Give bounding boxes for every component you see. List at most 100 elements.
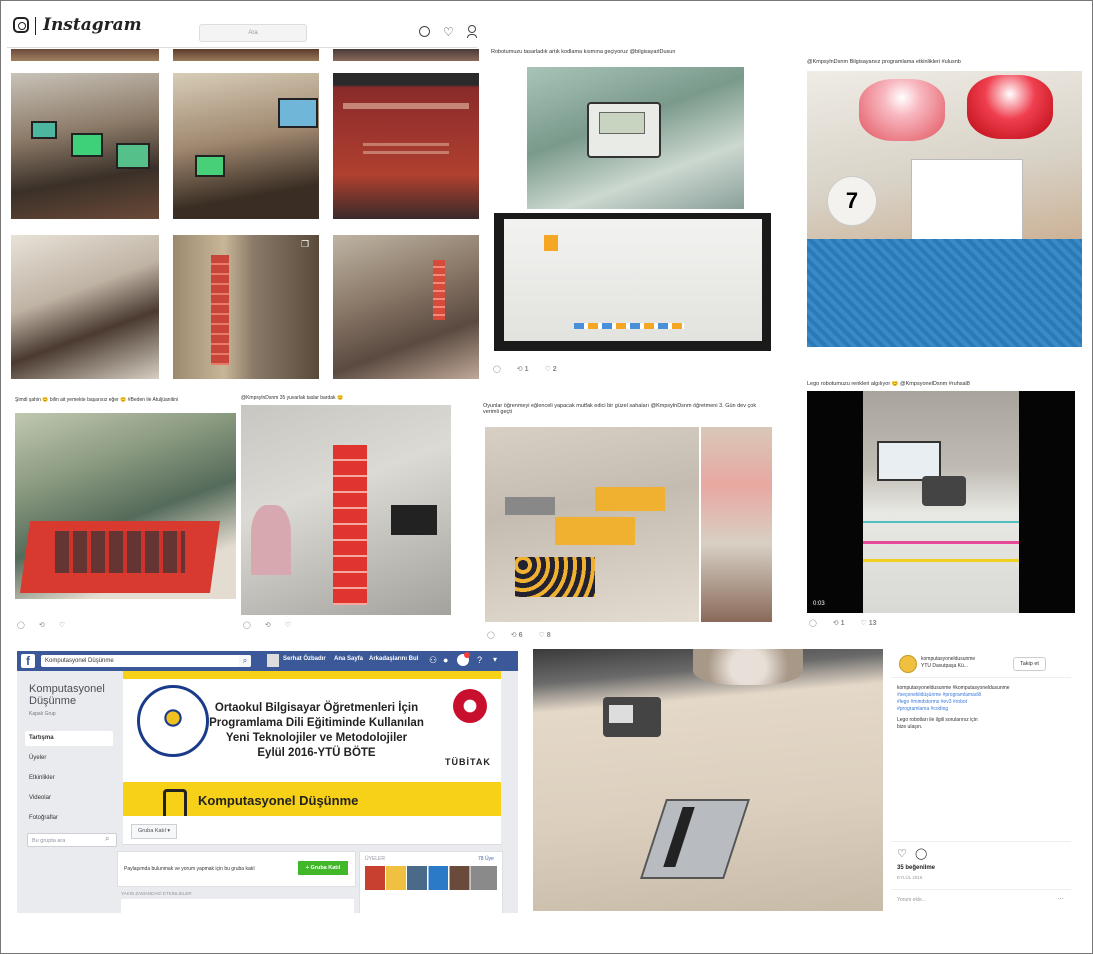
comment-count: 1 <box>840 620 845 627</box>
cover-subtitle: Komputasyonel Düşünme <box>198 793 359 808</box>
post-photo-cup-stack[interactable] <box>241 405 451 615</box>
search-icon[interactable]: ⌕ <box>239 655 251 667</box>
profile-icon[interactable] <box>467 25 477 38</box>
like-icon[interactable]: ♡ <box>59 622 65 629</box>
post-actions: ◯ ⟲ 1 ♡ 13 <box>809 619 891 627</box>
grid-photo-group-activity[interactable] <box>333 235 479 379</box>
instagram-wordmark[interactable]: Instagram <box>43 15 142 35</box>
grid-photo-partial-1[interactable] <box>11 49 159 61</box>
like-icon[interactable]: ♡ 8 <box>538 632 550 639</box>
facebook-topbar: f Komputasyonel Düşünme ⌕ Serhat Özbadır… <box>17 651 518 671</box>
retweet-icon[interactable]: ⟲ <box>265 622 271 629</box>
joined-button[interactable]: Gruba Katıl ▾ <box>131 824 178 839</box>
retweet-icon[interactable]: ⟲ 6 <box>511 632 523 639</box>
post-actions: ◯ ⟲ 1 ♡ 2 <box>493 365 571 373</box>
tubitak-wordmark: TÜBİTAK <box>445 757 491 767</box>
menu-photos[interactable]: Fotoğraflar <box>29 815 58 821</box>
menu-events[interactable]: Etkinlikler <box>29 775 55 781</box>
header-divider <box>35 17 36 35</box>
cover-line-1: Ortaokul Bilgisayar Öğretmenleri İçin <box>214 702 419 714</box>
compass-icon[interactable] <box>419 26 430 37</box>
members-count[interactable]: 78 Üye <box>478 856 494 862</box>
cover-line-2: Programlama Dili Eğitiminde Kullanılan <box>209 717 424 729</box>
post-photo-ev3-robot[interactable] <box>533 649 883 911</box>
retweet-icon[interactable]: ⟲ 1 <box>517 366 529 373</box>
instagram-post-panel: komputasyoneldusunme YTÜ Davutpaşa Kü...… <box>891 651 1081 913</box>
grid-photo-students-table[interactable] <box>11 235 159 379</box>
grid-photo-computer-lab-1[interactable] <box>11 73 159 219</box>
retweet-icon[interactable]: ⟲ 1 <box>833 620 845 627</box>
more-options-icon[interactable]: ⋯ <box>1057 895 1064 903</box>
cover-title: Ortaokul Bilgisayar Öğretmenleri İçin Pr… <box>189 701 444 761</box>
like-count[interactable]: 35 beğenilme <box>897 865 935 871</box>
heart-icon[interactable]: ♡ <box>897 847 907 860</box>
post-actions: ◯ ⟲ ♡ <box>243 621 305 629</box>
caption-line-3[interactable]: #lego #mindstorms #ev3 #robot <box>897 699 967 705</box>
heart-icon[interactable]: ♡ <box>443 25 454 39</box>
post-photo-board-games[interactable] <box>485 427 699 622</box>
post-caption: Oyunlar öğrenmeyi eğlenceli yapacak mutf… <box>483 403 757 415</box>
nav-home[interactable]: Ana Sayfa <box>334 656 363 662</box>
post-actions: ◯ ⟲ 6 ♡ 8 <box>487 631 565 639</box>
avatar[interactable] <box>267 654 279 667</box>
join-prompt-card: Paylaşımda bulunmak ve yorum yapmak için… <box>117 851 356 887</box>
caption-line-4[interactable]: #programlama #coding <box>897 706 948 712</box>
reply-icon[interactable]: ◯ <box>243 622 251 629</box>
like-icon[interactable]: ♡ <box>285 622 291 629</box>
nav-profile[interactable]: Serhat Özbadır <box>283 656 326 662</box>
cover-line-3: Yeni Teknolojiler ve Metodolojiler <box>225 732 408 744</box>
comment-line-2: bize ulaşın. <box>897 724 923 730</box>
menu-videos[interactable]: Videolar <box>29 795 51 801</box>
grid-photo-partial-2[interactable] <box>173 49 319 61</box>
facebook-search-input[interactable]: Komputasyonel Düşünme <box>41 655 251 667</box>
menu-discussion[interactable]: Tartışma <box>29 735 54 741</box>
grid-photo-presentation-slide[interactable] <box>333 73 479 219</box>
like-icon[interactable]: ♡ 13 <box>860 620 876 627</box>
grid-photo-partial-3[interactable] <box>333 49 479 61</box>
search-input[interactable]: Ara <box>199 24 307 42</box>
nav-find-friends[interactable]: Arkadaşlarını Bul <box>369 656 418 662</box>
grid-photo-computer-lab-2[interactable] <box>173 73 319 219</box>
like-icon[interactable]: ♡ 2 <box>544 366 556 373</box>
cover-icon <box>163 789 187 819</box>
reply-icon[interactable]: ◯ <box>487 632 495 639</box>
facebook-logo-icon[interactable]: f <box>21 654 35 668</box>
chevron-down-icon[interactable]: ▾ <box>493 655 497 664</box>
help-icon[interactable]: ? <box>477 655 482 665</box>
retweet-icon[interactable]: ⟲ <box>39 622 45 629</box>
post-photo-scratch-screen[interactable] <box>494 213 771 351</box>
location[interactable]: YTÜ Davutpaşa Kü... <box>921 663 968 669</box>
carousel-icon: ❐ <box>301 239 310 249</box>
recent-activity-card <box>121 899 354 913</box>
comment-input[interactable]: Yorum ekle... <box>897 897 926 903</box>
grid-photo-cup-tower[interactable]: ❐ <box>173 235 319 379</box>
post-caption: Lego robotumuzu renkleri algılıyor 😊 @Km… <box>807 381 970 387</box>
post-photo-binary-activity[interactable]: 7 <box>807 71 1082 347</box>
menu-members[interactable]: Üyeler <box>29 755 46 761</box>
post-caption: @KmpsylnDsnm Bilgisayarsız programlama e… <box>807 59 961 65</box>
join-group-button[interactable]: + Gruba Katıl <box>298 861 348 875</box>
group-cover-photo: Ortaokul Bilgisayar Öğretmenleri İçin Pr… <box>123 671 501 819</box>
comment-icon[interactable]: ◯ <box>915 847 927 860</box>
avatar[interactable] <box>899 655 917 673</box>
search-icon[interactable]: ⌕ <box>105 834 109 844</box>
post-video-lego-robot[interactable]: 0:03 <box>807 391 1075 613</box>
follow-button[interactable]: Takip et <box>1013 657 1046 671</box>
post-date: EYLÜL 2016 <box>897 875 923 880</box>
group-search-input[interactable]: Bu grupta ara <box>27 833 117 847</box>
reply-icon[interactable]: ◯ <box>493 366 501 373</box>
post-photo-board-games-side[interactable] <box>701 427 772 622</box>
reply-icon[interactable]: ◯ <box>17 622 25 629</box>
messages-icon[interactable]: ● <box>443 655 448 665</box>
post-photo-robot-kit[interactable] <box>527 67 744 209</box>
username[interactable]: komputasyoneldusunme <box>921 656 975 662</box>
member-avatars[interactable] <box>365 866 497 890</box>
reply-icon[interactable]: ◯ <box>809 620 817 627</box>
notifications-icon[interactable] <box>457 652 470 666</box>
caption-line-2[interactable]: #seçeneklidüşünme #programlamadili <box>897 692 981 698</box>
post-photo-lego-kit[interactable] <box>15 413 236 599</box>
members-card: ÜYELER 78 Üye <box>359 851 503 913</box>
group-name[interactable]: Komputasyonel Düşünme <box>29 683 119 707</box>
friends-icon[interactable]: ⚇ <box>429 655 437 666</box>
instagram-camera-icon[interactable] <box>13 17 29 33</box>
